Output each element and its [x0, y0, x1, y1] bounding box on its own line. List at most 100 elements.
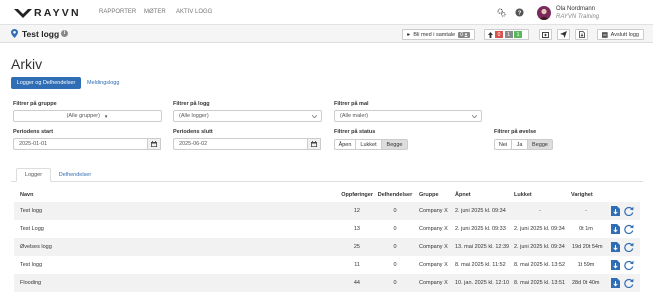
cell-entries: 12 [353, 208, 360, 214]
cell-closed: 2. juni 2025 kl. 09:34 [514, 226, 565, 232]
tab-subevents[interactable]: Delhendelser [55, 168, 95, 182]
cell-subevents: 0 [393, 226, 397, 232]
download-icon[interactable] [611, 224, 620, 234]
column-header-opened[interactable]: Åpnet [455, 192, 471, 198]
exercise-filter-label: Filtrer på øvelse [494, 129, 537, 135]
table-tabs: Logger Delhendelser [11, 168, 643, 182]
active-log-title[interactable]: Test logg [22, 29, 59, 39]
table-row[interactable]: Test Logg 13 0 Company X 2. juni 2025 kl… [14, 220, 640, 238]
video-camera-icon [407, 33, 411, 36]
top-navbar: RAYVN RAPPORTER MØTER AKTIV LOGG ? Ola N… [0, 0, 653, 25]
cell-closed: - [539, 208, 541, 214]
tab-logs[interactable]: Logger [16, 168, 51, 182]
status-gray-count: 1 [504, 31, 513, 38]
table-row[interactable]: Øvelses logg 25 0 Company X 13. mai 2025… [14, 238, 640, 256]
help-icon[interactable]: ? [515, 8, 524, 17]
log-filter-select[interactable]: (Alle logger) [173, 110, 322, 122]
user-organization: RAYVN Training [556, 13, 600, 20]
cell-closed: 2. juni 2025 kl. 09:34 [514, 244, 565, 250]
period-start-input[interactable]: 2025-01-01 [13, 138, 148, 150]
column-header-closed[interactable]: Lukket [514, 192, 532, 198]
column-header-duration[interactable]: Varighet [571, 192, 593, 198]
arrow-up-icon [488, 31, 493, 38]
column-header-entries[interactable]: Oppføringer [331, 192, 373, 198]
end-log-label: Avslutt logg [610, 31, 639, 38]
calendar-icon [151, 141, 157, 147]
cell-entries: 44 [353, 280, 360, 286]
info-icon[interactable]: i [61, 30, 68, 37]
cell-group: Company X [419, 226, 448, 232]
send-message-button[interactable] [557, 29, 570, 40]
log-filter-label: Filtrer på logg [173, 101, 210, 107]
table-row[interactable]: Test logg 11 0 Company X 8. mai 2025 kl.… [14, 256, 640, 274]
log-status-summary[interactable]: 0 1 1 [484, 29, 529, 40]
period-end-input[interactable]: 2025-06-02 [173, 138, 308, 150]
download-icon[interactable] [611, 260, 620, 270]
cell-name: Øvelses logg [20, 244, 52, 250]
refresh-icon[interactable] [624, 224, 634, 234]
page-title: Arkiv [11, 56, 43, 72]
rayvn-logo[interactable]: RAYVN [14, 7, 81, 19]
download-icon[interactable] [611, 278, 620, 288]
media-button[interactable] [539, 29, 552, 40]
group-filter-select[interactable]: (Alle grupper) ▼ [13, 110, 162, 122]
template-filter-select[interactable]: (Alle maler) [334, 110, 482, 122]
refresh-icon[interactable] [624, 260, 634, 270]
period-end-label: Periodens slutt [173, 129, 213, 135]
refresh-icon[interactable] [624, 242, 634, 252]
cell-closed: 8. mai 2025 kl. 13:51 [514, 280, 566, 286]
cell-opened: 2. juni 2025 kl. 09:33 [455, 226, 506, 232]
period-start-label: Periodens start [13, 129, 54, 135]
stop-square-icon [602, 31, 608, 38]
settings-gears-icon[interactable] [497, 8, 506, 17]
template-filter-label: Filtrer på mal [334, 101, 369, 107]
cell-entries: 13 [353, 226, 360, 232]
nav-meetings[interactable]: MØTER [144, 9, 166, 15]
status-green-count: 1 [514, 31, 522, 38]
period-start-calendar-button[interactable] [148, 138, 161, 150]
column-header-group[interactable]: Gruppe [419, 192, 439, 198]
join-call-button[interactable]: Bli med i samtale 0 [402, 29, 475, 40]
document-download-icon [578, 31, 585, 38]
exercise-yes-option[interactable]: Ja [511, 139, 528, 150]
cell-subevents: 0 [393, 244, 397, 250]
cell-duration: 0t 1m [579, 226, 593, 232]
status-open-option[interactable]: Åpen [334, 139, 356, 150]
cell-subevents: 0 [393, 262, 397, 268]
person-icon [464, 32, 468, 37]
cell-name: Test Logg [20, 226, 44, 232]
refresh-icon[interactable] [624, 206, 634, 216]
download-icon[interactable] [611, 242, 620, 252]
tab-logs-and-subevents[interactable]: Logger og Delhendelser [11, 77, 81, 89]
export-button[interactable] [575, 29, 588, 40]
group-filter-label: Filtrer på gruppe [13, 101, 57, 107]
exercise-both-option[interactable]: Begge [527, 139, 553, 150]
cell-duration: 28d 0t 40m [572, 280, 600, 286]
cell-opened: 2. juni 2025 kl. 09:34 [455, 208, 506, 214]
cell-subevents: 0 [393, 280, 397, 286]
table-row[interactable]: Test logg 12 0 Company X 2. juni 2025 kl… [14, 202, 640, 220]
status-both-option[interactable]: Begge [381, 139, 408, 150]
download-icon[interactable] [611, 206, 620, 216]
column-header-name[interactable]: Navn [20, 192, 33, 198]
chevron-down-icon [312, 115, 317, 118]
join-call-label: Bli med i samtale [413, 31, 456, 38]
table-row[interactable]: Flooding 44 0 Company X 10. jan. 2025 kl… [14, 274, 640, 292]
column-header-subevents[interactable]: Delhendelser [376, 192, 414, 198]
nav-active-log[interactable]: AKTIV LOGG [176, 9, 212, 15]
period-end-calendar-button[interactable] [308, 138, 321, 150]
cell-name: Test logg [20, 262, 43, 268]
image-plus-icon [542, 31, 549, 38]
end-log-button[interactable]: Avslutt logg [597, 29, 644, 40]
cell-group: Company X [419, 280, 448, 286]
tab-message-log[interactable]: Meldingslogg [87, 77, 123, 89]
nav-reports[interactable]: RAPPORTER [99, 9, 136, 15]
cell-duration: 1t 59m [577, 262, 595, 268]
cell-entries: 25 [353, 244, 360, 250]
exercise-no-option[interactable]: Nei [494, 139, 512, 150]
caret-down-icon: ▼ [103, 113, 109, 119]
user-menu[interactable]: Ola Nordmann RAYVN Training [537, 5, 647, 21]
status-closed-option[interactable]: Lukket [355, 139, 382, 150]
refresh-icon[interactable] [624, 278, 634, 288]
user-name: Ola Nordmann [556, 6, 596, 12]
